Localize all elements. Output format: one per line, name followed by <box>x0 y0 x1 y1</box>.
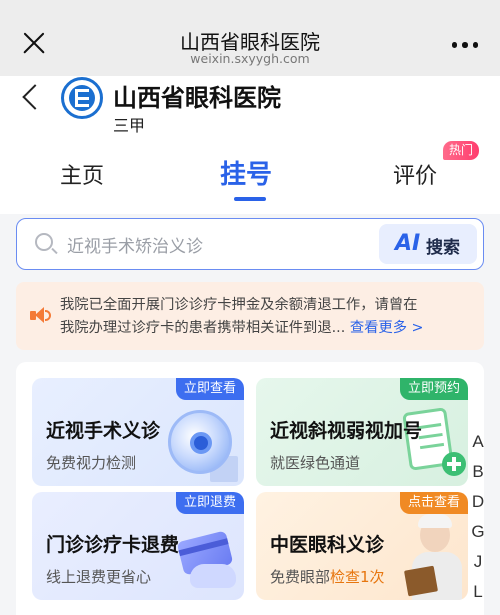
wechat-url: weixin.sxyygh.com <box>190 51 310 66</box>
index-letter-l[interactable]: L <box>468 582 488 612</box>
eye-icon <box>160 402 240 482</box>
active-tab-indicator <box>234 197 266 201</box>
notice-more-link[interactable]: 查看更多 > <box>350 320 424 336</box>
search-input[interactable]: 近视手术矫治义诊 <box>67 232 203 257</box>
wechat-header: 山西省眼科医院 weixin.sxyygh.com <box>0 0 500 76</box>
card-title: 中医眼科义诊 <box>270 534 385 556</box>
index-letter-a[interactable]: A <box>468 432 488 462</box>
back-icon[interactable] <box>22 84 48 110</box>
card-title: 门诊诊疗卡退费 <box>46 534 180 556</box>
page: 山西省眼科医院 weixin.sxyygh.com 山西省眼科医院 三甲 主页 … <box>0 0 500 615</box>
notice-banner[interactable]: 我院已全面开展门诊诊疗卡押金及余额清退工作，请曾在 我院办理过诊疗卡的患者携带相… <box>16 282 484 350</box>
notice-line-1: 我院已全面开展门诊诊疗卡押金及余额清退工作，请曾在 <box>60 297 418 313</box>
card-tag[interactable]: 立即预约 <box>399 378 468 400</box>
card-subtitle: 免费眼部检查1次 <box>270 566 385 587</box>
speaker-icon <box>30 306 52 326</box>
tab-reviews[interactable]: 评价 <box>393 158 437 190</box>
hospital-header: 山西省眼科医院 三甲 主页 挂号 评价 热门 <box>0 76 500 214</box>
card-myopia-surgery[interactable]: 立即查看 近视手术义诊 免费视力检测 <box>32 378 244 486</box>
card-refund[interactable]: 立即退费 门诊诊疗卡退费 线上退费更省心 <box>32 492 244 600</box>
notice-line-2: 我院办理过诊疗卡的患者携带相关证件到退... <box>60 320 346 336</box>
card-subtitle: 免费视力检测 <box>46 454 137 472</box>
service-cards: 立即查看 近视手术义诊 免费视力检测 立即预约 近视斜视弱视加号 就医绿色通道 <box>16 362 484 615</box>
index-letter-g[interactable]: G <box>468 522 488 552</box>
index-letter-b[interactable]: B <box>468 462 488 492</box>
hot-badge: 热门 <box>443 141 479 160</box>
notice-text: 我院已全面开展门诊诊疗卡押金及余额清退工作，请曾在 我院办理过诊疗卡的患者携带相… <box>60 294 470 340</box>
card-tag[interactable]: 立即退费 <box>175 492 244 514</box>
card-tcm-ophthalmology[interactable]: 点击查看 中医眼科义诊 免费眼部检查1次 <box>256 492 468 600</box>
search-bar[interactable]: 近视手术矫治义诊 AI 搜索 <box>16 218 484 270</box>
card-subtitle: 线上退费更省心 <box>46 568 152 586</box>
alphabet-index: A B D G J L <box>468 432 488 612</box>
card-tag[interactable]: 点击查看 <box>399 492 468 514</box>
ai-icon: AI <box>395 231 421 256</box>
index-letter-d[interactable]: D <box>468 492 488 522</box>
card-tag[interactable]: 立即查看 <box>175 378 244 400</box>
card-title: 近视斜视弱视加号 <box>270 420 423 442</box>
card-subtitle-highlight: 检查1次 <box>330 568 385 586</box>
doctor-icon <box>403 514 468 600</box>
card-subtitle-prefix: 免费眼部 <box>270 568 331 586</box>
hospital-name: 山西省眼科医院 <box>113 84 281 112</box>
hospital-level: 三甲 <box>113 116 146 135</box>
more-icon[interactable] <box>451 42 478 48</box>
search-button[interactable]: AI 搜索 <box>379 224 477 264</box>
credit-card-icon <box>172 530 242 594</box>
card-title: 近视手术义诊 <box>46 420 161 442</box>
index-letter-j[interactable]: J <box>468 552 488 582</box>
tab-register[interactable]: 挂号 <box>220 154 272 191</box>
tab-bar: 主页 挂号 评价 <box>0 154 500 204</box>
hospital-logo <box>61 77 103 119</box>
card-strabismus-booking[interactable]: 立即预约 近视斜视弱视加号 就医绿色通道 <box>256 378 468 486</box>
card-subtitle: 就医绿色通道 <box>270 454 361 472</box>
tab-home[interactable]: 主页 <box>60 158 104 190</box>
search-icon <box>35 233 53 251</box>
search-button-label: 搜索 <box>426 238 460 258</box>
